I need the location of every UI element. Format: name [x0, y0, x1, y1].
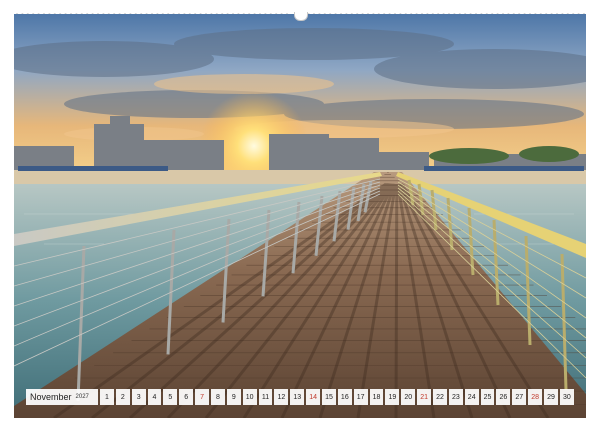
calendar-day: 23 [448, 389, 463, 405]
calendar-day: 25 [480, 389, 495, 405]
pier-sunset-image [14, 14, 586, 418]
calendar-day: 15 [322, 389, 336, 405]
calendar-day: 8 [211, 389, 225, 405]
calendar-day: 16 [337, 389, 352, 405]
year: 2027 [75, 394, 89, 400]
calendar-day: 20 [401, 389, 416, 405]
calendar-day: 10 [242, 389, 257, 405]
calendar-day: 19 [385, 389, 400, 405]
calendar-day: 3 [131, 389, 146, 405]
calendar-day: 13 [290, 389, 305, 405]
calendar-day: 30 [559, 389, 574, 405]
calendar-day: 9 [226, 389, 241, 405]
calendar-day: 6 [179, 389, 194, 405]
calendar-day: 11 [258, 389, 273, 405]
calendar-day: 24 [464, 389, 479, 405]
calendar-day: 28 [528, 389, 543, 405]
calendar-strip: November 2027 1 2 3 4 5 6 7 8 9 10 11 12 13 14 15 16 17 1… [26, 389, 574, 405]
month-name: November [30, 392, 72, 402]
calendar-day: 7 [195, 389, 210, 405]
calendar-day: 14 [306, 389, 321, 405]
month-label: November 2027 [26, 389, 98, 405]
calendar-day: 18 [369, 389, 384, 405]
calendar-day: 27 [512, 389, 527, 405]
calendar-day: 17 [353, 389, 368, 405]
calendar-day: 22 [433, 389, 447, 405]
calendar-day: 29 [544, 389, 558, 405]
calendar-day: 26 [496, 389, 511, 405]
calendar-day: 12 [274, 389, 289, 405]
calendar-photo [14, 14, 586, 418]
calendar-day: 5 [163, 389, 178, 405]
calendar-day: 21 [417, 389, 432, 405]
calendar-day: 1 [100, 389, 114, 405]
calendar-day: 2 [115, 389, 130, 405]
calendar-day: 4 [147, 389, 162, 405]
